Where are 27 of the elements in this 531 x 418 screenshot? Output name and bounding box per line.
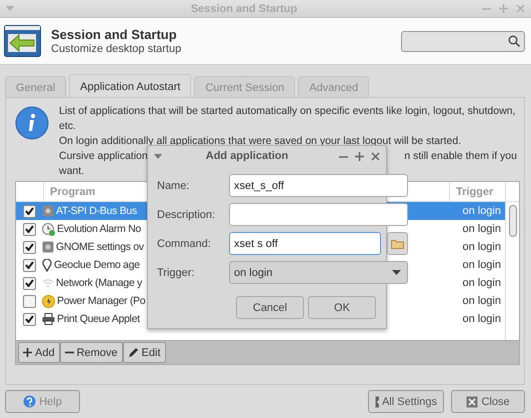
trigger-text: on login <box>461 205 502 217</box>
program-name: Network (Manage y <box>56 277 142 289</box>
header-subtitle: Customize desktop startup <box>51 43 182 55</box>
info-text: Cursive application <box>59 149 148 164</box>
field-label: Command: <box>157 238 212 250</box>
info-text: etc. <box>59 119 76 134</box>
trigger-text: on login <box>461 295 502 307</box>
trigger-text: on login <box>461 259 502 271</box>
trigger-text: on login <box>461 277 502 289</box>
program-name: Power Manager (Po <box>57 295 146 307</box>
program-name: Evolution Alarm No <box>57 223 141 235</box>
info-text: On login additionally all applications that were saved on your last logout will be started. <box>59 134 462 149</box>
trigger-text: on login <box>461 241 502 253</box>
field-label: Description: <box>157 208 216 220</box>
field-label: Name: <box>157 180 190 192</box>
program-name: GNOME settings ov <box>56 241 144 253</box>
trigger-text: on login <box>461 223 502 235</box>
program-name: AT-SPI D-Bus Bus <box>56 205 137 217</box>
program-name: Geoclue Demo age <box>54 259 140 271</box>
info-text: List of applications that will be started automatically on specific events like login, logout, shutdown, <box>59 104 516 119</box>
dialog-title: Add application <box>204 150 290 162</box>
field-label: Trigger: <box>157 266 196 278</box>
program-name: Print Queue Applet <box>57 313 140 325</box>
trigger-text: on login <box>461 313 502 325</box>
info-text: n still enable them if you <box>404 149 517 164</box>
header-title: Session and Startup <box>51 27 178 42</box>
info-text: want. <box>59 164 84 179</box>
